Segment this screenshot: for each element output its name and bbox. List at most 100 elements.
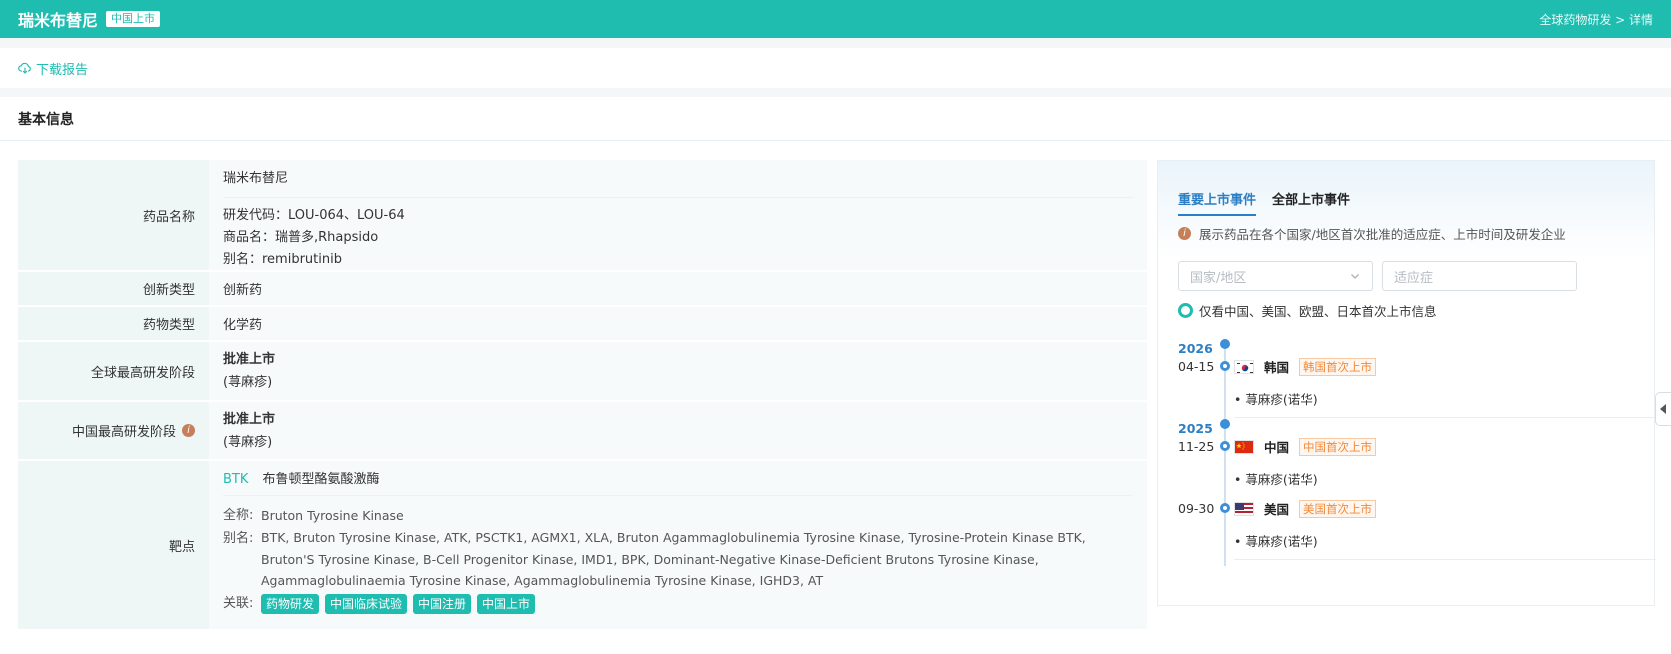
drug-name-text: 瑞米布替尼 bbox=[223, 160, 1133, 198]
target-header: BTK 布鲁顿型酪氨酸激酶 bbox=[223, 461, 1133, 496]
row-drug-name: 药品名称 瑞米布替尼 研发代码：LOU-064、LOU-64 商品名：瑞普多,R… bbox=[18, 160, 1147, 272]
filter-major-markets-checkbox[interactable]: 仅看中国、美国、欧盟、日本首次上市信息 bbox=[1178, 301, 1437, 320]
country-placeholder: 国家/地区 bbox=[1190, 270, 1247, 286]
event-divider bbox=[1234, 559, 1656, 560]
label-drug-type: 药物类型 bbox=[18, 307, 209, 340]
value-drug-name: 瑞米布替尼 研发代码：LOU-064、LOU-64 商品名：瑞普多,Rhapsi… bbox=[209, 160, 1147, 270]
collapse-panel-handle[interactable] bbox=[1655, 392, 1671, 426]
global-stage-value: 批准上市 bbox=[223, 352, 276, 367]
event-tag: 中国首次上市 bbox=[1299, 437, 1377, 456]
full-name-value: Bruton Tyrosine Kinase bbox=[261, 508, 404, 523]
section-title: 基本信息 bbox=[0, 97, 1671, 141]
label-innovation-type: 创新类型 bbox=[18, 272, 209, 305]
event-indication: • 荨麻疹(诺华) bbox=[1234, 534, 1318, 549]
china-flag-icon bbox=[1234, 439, 1254, 454]
alias-key: 别名: bbox=[223, 531, 254, 546]
indication-placeholder: 适应症 bbox=[1394, 270, 1434, 286]
drug-trade-name: 商品名：瑞普多,Rhapsido bbox=[223, 230, 379, 245]
label-china-stage: 中国最高研发阶段 i bbox=[18, 402, 209, 459]
event-row: 美国 美国首次上市 bbox=[1234, 499, 1377, 518]
chevron-down-icon bbox=[1351, 274, 1359, 279]
timeline-line bbox=[1224, 341, 1226, 566]
tab-key-events[interactable]: 重要上市事件 bbox=[1178, 189, 1257, 216]
usa-flag-icon bbox=[1234, 501, 1254, 516]
event-tabs: 重要上市事件 全部上市事件 bbox=[1178, 189, 1366, 216]
chip-china-launch[interactable]: 中国上市 bbox=[477, 593, 536, 614]
alias-value: BTK, Bruton Tyrosine Kinase, ATK, PSCTK1… bbox=[261, 530, 1086, 588]
value-target: BTK 布鲁顿型酪氨酸激酶 全称: Bruton Tyrosine Kinase… bbox=[209, 461, 1147, 629]
global-stage-note: (荨麻疹) bbox=[223, 375, 273, 390]
label-global-stage: 全球最高研发阶段 bbox=[18, 342, 209, 400]
row-innovation-type: 创新类型 创新药 bbox=[18, 272, 1147, 307]
event-date: 04-15 bbox=[1178, 359, 1215, 374]
event-indication: • 荨麻疹(诺华) bbox=[1234, 392, 1318, 407]
china-stage-value: 批准上市 bbox=[223, 411, 276, 427]
download-report-button[interactable]: 下载报告 bbox=[18, 59, 88, 78]
value-drug-type: 化学药 bbox=[209, 307, 1147, 340]
basic-info-section: 基本信息 药品名称 瑞米布替尼 研发代码：LOU-064、LOU-64 商品名：… bbox=[0, 97, 1671, 654]
china-stage-note: (荨麻疹) bbox=[223, 434, 273, 450]
event-date: 11-25 bbox=[1178, 439, 1215, 454]
chip-china-registration[interactable]: 中国注册 bbox=[413, 593, 472, 614]
page-title: 瑞米布替尼 bbox=[18, 11, 99, 30]
drug-codes: 研发代码：LOU-064、LOU-64 bbox=[223, 208, 405, 223]
label-drug-name: 药品名称 bbox=[18, 160, 209, 270]
target-full-name: 全称: Bruton Tyrosine Kinase bbox=[223, 504, 1133, 527]
radio-circle-icon bbox=[1178, 303, 1193, 318]
launch-timeline: 2026 04-15 韩国 韩国首次上市 • 荨麻疹(诺华) 2025 11-2… bbox=[1158, 339, 1656, 566]
event-year: 2025 bbox=[1178, 421, 1213, 436]
indication-input[interactable]: 适应症 bbox=[1382, 261, 1577, 291]
target-name: 布鲁顿型酪氨酸激酶 bbox=[262, 472, 380, 487]
row-global-stage: 全球最高研发阶段 批准上市 (荨麻疹) bbox=[18, 342, 1147, 402]
top-header: 瑞米布替尼 中国上市 全球药物研发 > 详情 bbox=[0, 0, 1671, 38]
download-report-label: 下载报告 bbox=[36, 62, 89, 78]
event-country: 韩国 bbox=[1264, 360, 1290, 375]
china-stage-label: 中国最高研发阶段 bbox=[71, 425, 176, 440]
related-key: 关联: bbox=[223, 595, 254, 611]
chip-drug-rd[interactable]: 药物研发 bbox=[261, 593, 320, 614]
korea-flag-icon bbox=[1234, 359, 1254, 374]
info-table: 药品名称 瑞米布替尼 研发代码：LOU-064、LOU-64 商品名：瑞普多,R… bbox=[18, 160, 1147, 631]
panel-description: i 展示药品在各个国家/地区首次批准的适应症、上市时间及研发企业 bbox=[1178, 224, 1566, 243]
launch-events-panel: 重要上市事件 全部上市事件 i 展示药品在各个国家/地区首次批准的适应症、上市时… bbox=[1157, 160, 1656, 606]
breadcrumb[interactable]: 全球药物研发 > 详情 bbox=[1539, 11, 1653, 28]
drug-alias: 别名：remibrutinib bbox=[223, 252, 342, 267]
drug-name-details: 研发代码：LOU-064、LOU-64 商品名：瑞普多,Rhapsido 别名：… bbox=[223, 198, 1133, 278]
caret-left-icon bbox=[1659, 404, 1666, 414]
value-global-stage: 批准上市 (荨麻疹) bbox=[209, 342, 1147, 400]
status-badge: 中国上市 bbox=[106, 11, 161, 27]
full-name-key: 全称: bbox=[223, 508, 254, 523]
event-date: 09-30 bbox=[1178, 501, 1215, 516]
country-select[interactable]: 国家/地区 bbox=[1178, 261, 1373, 291]
event-row: 中国 中国首次上市 bbox=[1234, 437, 1377, 456]
event-country: 中国 bbox=[1264, 440, 1290, 455]
related-chips: 药物研发 中国临床试验 中国注册 中国上市 bbox=[261, 592, 1133, 615]
info-icon: i bbox=[1178, 227, 1191, 240]
event-country: 美国 bbox=[1264, 502, 1290, 517]
target-alias: 别名: BTK, Bruton Tyrosine Kinase, ATK, PS… bbox=[223, 527, 1133, 592]
tab-all-events[interactable]: 全部上市事件 bbox=[1272, 189, 1350, 216]
timeline-event-dot bbox=[1220, 503, 1230, 513]
value-china-stage: 批准上市 (荨麻疹) bbox=[209, 402, 1147, 459]
row-china-stage: 中国最高研发阶段 i 批准上市 (荨麻疹) bbox=[18, 402, 1147, 461]
target-details: 全称: Bruton Tyrosine Kinase 别名: BTK, Brut… bbox=[223, 496, 1133, 622]
target-code-link[interactable]: BTK bbox=[223, 472, 248, 487]
event-tag: 美国首次上市 bbox=[1299, 499, 1377, 518]
row-target: 靶点 BTK 布鲁顿型酪氨酸激酶 全称: Bruton Tyrosine Kin… bbox=[18, 461, 1147, 631]
chip-china-clinical[interactable]: 中国临床试验 bbox=[325, 593, 408, 614]
info-icon[interactable]: i bbox=[182, 424, 195, 437]
cloud-download-icon bbox=[18, 62, 31, 74]
row-drug-type: 药物类型 化学药 bbox=[18, 307, 1147, 342]
event-indication: • 荨麻疹(诺华) bbox=[1234, 472, 1318, 487]
timeline-year-dot bbox=[1220, 419, 1230, 429]
timeline-year-dot bbox=[1220, 339, 1230, 349]
value-innovation-type: 创新药 bbox=[209, 272, 1147, 305]
target-related: 关联: 药物研发 中国临床试验 中国注册 中国上市 bbox=[223, 592, 1133, 615]
label-target: 靶点 bbox=[18, 461, 209, 629]
event-year: 2026 bbox=[1178, 341, 1213, 356]
toolbar: 下载报告 bbox=[0, 48, 1671, 88]
event-divider bbox=[1234, 417, 1656, 418]
timeline-event-dot bbox=[1220, 361, 1230, 371]
description-text: 展示药品在各个国家/地区首次批准的适应症、上市时间及研发企业 bbox=[1199, 227, 1566, 242]
event-row: 韩国 韩国首次上市 bbox=[1234, 357, 1377, 376]
